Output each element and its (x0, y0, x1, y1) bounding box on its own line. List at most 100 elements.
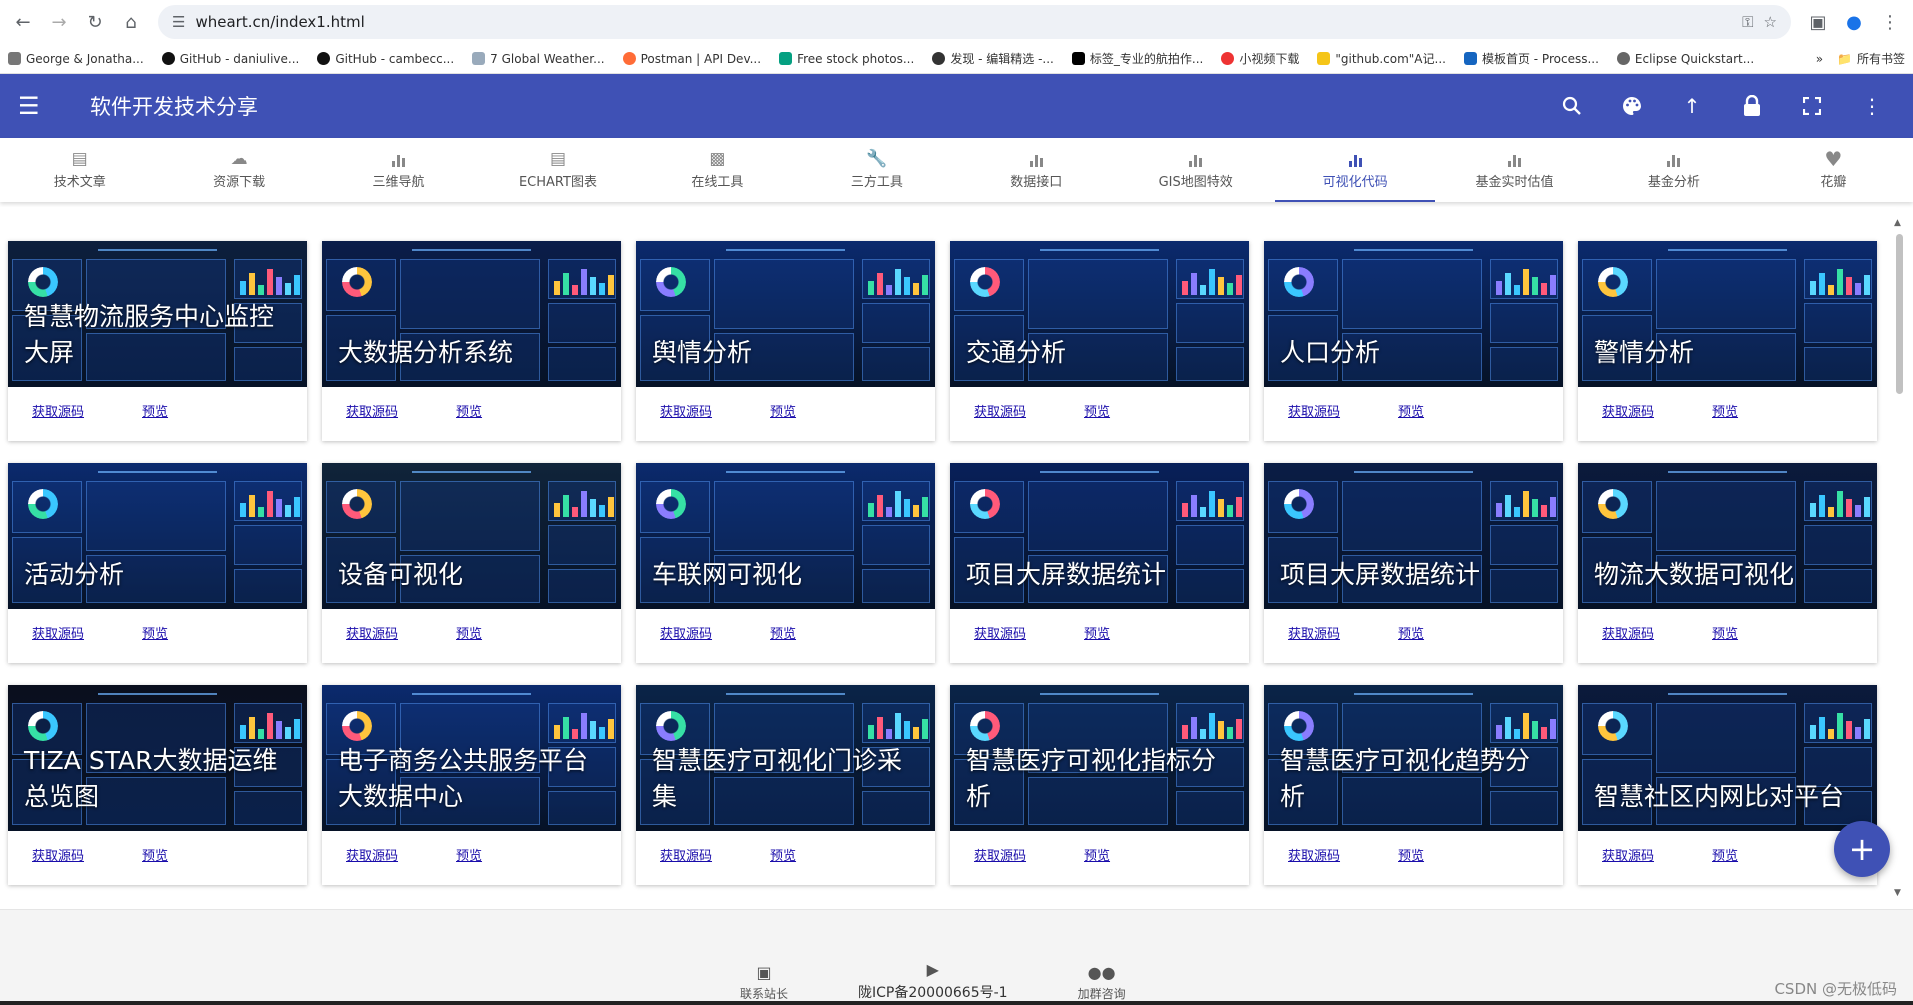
dashboard-thumbnail[interactable]: 物流大数据可视化 (1578, 463, 1877, 609)
tab-visualization-code[interactable]: 可视化代码 (1275, 138, 1436, 202)
more-bookmarks-icon[interactable]: » (1816, 52, 1823, 66)
get-source-link[interactable]: 获取源码 (660, 623, 712, 642)
get-source-link[interactable]: 获取源码 (1288, 623, 1340, 642)
icp-link[interactable]: ▶ 陇ICP备20000665号-1 (858, 960, 1008, 1002)
bookmark-item[interactable]: Free stock photos... (779, 52, 914, 66)
arrow-up-icon[interactable]: ↑ (1677, 91, 1707, 121)
preview-link[interactable]: 预览 (770, 401, 796, 420)
reload-icon[interactable]: ↻ (80, 7, 110, 37)
scrollbar-thumb[interactable] (1896, 234, 1903, 394)
dashboard-thumbnail[interactable]: 交通分析 (950, 241, 1249, 387)
bookmark-item[interactable]: George & Jonatha... (8, 52, 144, 66)
dashboard-thumbnail[interactable]: 人口分析 (1264, 241, 1563, 387)
url-text[interactable]: wheart.cn/index1.html (195, 13, 1732, 31)
forward-icon[interactable]: → (44, 7, 74, 37)
bookmark-item[interactable]: Eclipse Quickstart... (1616, 52, 1754, 66)
tab-3d-nav[interactable]: 三维导航 (319, 138, 478, 202)
dashboard-thumbnail[interactable]: 活动分析 (8, 463, 307, 609)
tab-data-api[interactable]: 数据接口 (957, 138, 1116, 202)
bookmark-item[interactable]: "github.com"A记... (1317, 50, 1446, 67)
get-source-link[interactable]: 获取源码 (32, 623, 84, 642)
dashboard-thumbnail[interactable]: 智慧医疗可视化趋势分析 (1264, 685, 1563, 831)
bookmark-star-icon[interactable]: ☆ (1764, 13, 1777, 31)
get-source-link[interactable]: 获取源码 (974, 623, 1026, 642)
tab-huaban[interactable]: ♥ 花瓣 (1754, 138, 1913, 202)
tab-echart[interactable]: ▤ ECHART图表 (478, 138, 637, 202)
palette-icon[interactable] (1617, 91, 1647, 121)
dashboard-thumbnail[interactable]: 警情分析 (1578, 241, 1877, 387)
preview-link[interactable]: 预览 (1712, 845, 1738, 864)
site-settings-icon[interactable]: ☰ (172, 13, 185, 31)
tab-fund-analysis[interactable]: 基金分析 (1594, 138, 1753, 202)
password-key-icon[interactable]: ⚿ (1742, 13, 1753, 31)
preview-link[interactable]: 预览 (1084, 401, 1110, 420)
tab-third-party-tools[interactable]: 🔧 三方工具 (797, 138, 956, 202)
profile-avatar-icon[interactable]: ● (1839, 7, 1869, 37)
tab-downloads[interactable]: ☁ 资源下载 (159, 138, 318, 202)
scroll-up-icon[interactable]: ▲ (1894, 218, 1901, 228)
get-source-link[interactable]: 获取源码 (660, 401, 712, 420)
get-source-link[interactable]: 获取源码 (32, 401, 84, 420)
tab-online-tools[interactable]: ▩ 在线工具 (638, 138, 797, 202)
menu-icon[interactable]: ☰ (18, 92, 54, 120)
bookmark-item[interactable]: 7 Global Weather... (472, 52, 605, 66)
bookmark-item[interactable]: Postman | API Dev... (622, 52, 761, 66)
dashboard-thumbnail[interactable]: 智慧医疗可视化指标分析 (950, 685, 1249, 831)
preview-link[interactable]: 预览 (1398, 845, 1424, 864)
tab-fund-estimate[interactable]: 基金实时估值 (1435, 138, 1594, 202)
browser-menu-icon[interactable]: ⋮ (1875, 7, 1905, 37)
preview-link[interactable]: 预览 (142, 623, 168, 642)
get-source-link[interactable]: 获取源码 (974, 845, 1026, 864)
contact-admin-link[interactable]: ▣ 联系站长 (740, 963, 788, 1002)
preview-link[interactable]: 预览 (1712, 623, 1738, 642)
get-source-link[interactable]: 获取源码 (660, 845, 712, 864)
preview-link[interactable]: 预览 (456, 401, 482, 420)
dashboard-thumbnail[interactable]: 设备可视化 (322, 463, 621, 609)
fullscreen-icon[interactable] (1797, 91, 1827, 121)
back-icon[interactable]: ← (8, 7, 38, 37)
all-bookmarks-folder[interactable]: 📁 所有书签 (1837, 50, 1905, 67)
dashboard-thumbnail[interactable]: 项目大屏数据统计 (1264, 463, 1563, 609)
dashboard-thumbnail[interactable]: 电子商务公共服务平台大数据中心 (322, 685, 621, 831)
more-vert-icon[interactable]: ⋮ (1857, 91, 1887, 121)
tab-articles[interactable]: ▤ 技术文章 (0, 138, 159, 202)
get-source-link[interactable]: 获取源码 (1602, 401, 1654, 420)
preview-link[interactable]: 预览 (1712, 401, 1738, 420)
preview-link[interactable]: 预览 (1084, 845, 1110, 864)
extensions-icon[interactable]: ▣ (1803, 7, 1833, 37)
dashboard-thumbnail[interactable]: 项目大屏数据统计 (950, 463, 1249, 609)
scroll-down-icon[interactable]: ▼ (1894, 888, 1901, 898)
bookmark-item[interactable]: 小视频下载 (1221, 50, 1299, 67)
dashboard-thumbnail[interactable]: 智慧物流服务中心监控大屏 (8, 241, 307, 387)
dashboard-thumbnail[interactable]: 智慧社区内网比对平台 (1578, 685, 1877, 831)
get-source-link[interactable]: 获取源码 (346, 623, 398, 642)
dashboard-thumbnail[interactable]: 智慧医疗可视化门诊采集 (636, 685, 935, 831)
dashboard-thumbnail[interactable]: TIZA STAR大数据运维总览图 (8, 685, 307, 831)
preview-link[interactable]: 预览 (770, 623, 796, 642)
dashboard-thumbnail[interactable]: 舆情分析 (636, 241, 935, 387)
dashboard-thumbnail[interactable]: 车联网可视化 (636, 463, 935, 609)
preview-link[interactable]: 预览 (1398, 623, 1424, 642)
bookmark-item[interactable]: GitHub - cambecc... (317, 52, 454, 66)
tab-gis-effects[interactable]: GIS地图特效 (1116, 138, 1275, 202)
get-source-link[interactable]: 获取源码 (346, 845, 398, 864)
get-source-link[interactable]: 获取源码 (1602, 623, 1654, 642)
preview-link[interactable]: 预览 (456, 845, 482, 864)
get-source-link[interactable]: 获取源码 (1288, 845, 1340, 864)
get-source-link[interactable]: 获取源码 (1602, 845, 1654, 864)
get-source-link[interactable]: 获取源码 (1288, 401, 1340, 420)
get-source-link[interactable]: 获取源码 (32, 845, 84, 864)
preview-link[interactable]: 预览 (1084, 623, 1110, 642)
preview-link[interactable]: 预览 (770, 845, 796, 864)
get-source-link[interactable]: 获取源码 (974, 401, 1026, 420)
dashboard-thumbnail[interactable]: 大数据分析系统 (322, 241, 621, 387)
preview-link[interactable]: 预览 (1398, 401, 1424, 420)
preview-link[interactable]: 预览 (142, 845, 168, 864)
bookmark-item[interactable]: 标签_专业的航拍作... (1071, 50, 1203, 67)
add-fab-button[interactable]: + (1834, 821, 1890, 877)
join-group-link[interactable]: ●● 加群咨询 (1078, 963, 1126, 1002)
scrollbar[interactable]: ▲ ▼ (1894, 218, 1904, 898)
bookmark-item[interactable]: GitHub - daniulive... (161, 52, 299, 66)
home-icon[interactable]: ⌂ (116, 7, 146, 37)
bookmark-item[interactable]: 发现 - 编辑精选 -... (932, 50, 1054, 67)
